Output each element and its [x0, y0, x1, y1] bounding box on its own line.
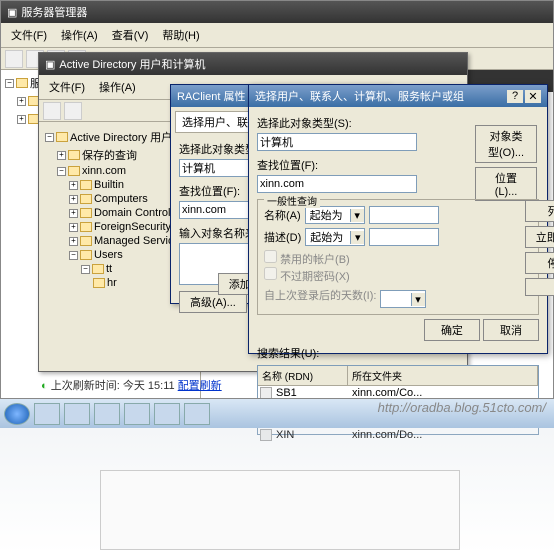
expander-icon[interactable]: −	[45, 133, 54, 142]
chevron-down-icon[interactable]: ▾	[411, 293, 425, 306]
columns-button[interactable]: 列(C)...	[525, 200, 554, 222]
search-button[interactable]: 立即查找(N)	[525, 226, 554, 248]
select-dialog: 选择用户、联系人、计算机、服务帐户或组 ? ✕ 选择此对象类型(S): 对象类型…	[248, 84, 548, 354]
props-title: RAClient 属性	[177, 88, 245, 104]
close-icon[interactable]: ✕	[525, 90, 541, 103]
menu-action[interactable]: 操作(A)	[55, 25, 104, 45]
desc-filter-label: 描述(D)	[264, 229, 301, 245]
status-link[interactable]: 配置刷新	[178, 380, 222, 392]
watermark: http://oradba.blog.51cto.com/	[378, 400, 546, 415]
select-body: 选择此对象类型(S): 对象类型(O)... 查找位置(F): 位置(L)...…	[249, 107, 547, 355]
folder-icon	[68, 150, 80, 160]
main-title: 服务器管理器	[21, 4, 87, 20]
main-menubar: 文件(F) 操作(A) 查看(V) 帮助(H)	[1, 23, 553, 48]
task-item[interactable]	[154, 403, 180, 425]
name-filter-label: 名称(A)	[264, 207, 301, 223]
folder-icon	[80, 236, 92, 246]
list-header[interactable]: 名称 (RDN) 所在文件夹	[258, 366, 538, 386]
task-item[interactable]	[94, 403, 120, 425]
select-titlebar[interactable]: 选择用户、联系人、计算机、服务帐户或组 ? ✕	[249, 85, 547, 107]
expander-icon[interactable]: +	[69, 237, 78, 246]
folder-icon	[68, 166, 80, 176]
stop-button[interactable]: 停止(T)	[525, 252, 554, 274]
disabled-label: 禁用的帐户(B)	[280, 254, 350, 266]
start-button[interactable]	[4, 403, 30, 425]
help-icon[interactable]: ?	[507, 90, 523, 103]
expander-icon[interactable]: −	[81, 265, 90, 274]
desc-filter-input[interactable]	[369, 228, 439, 246]
folder-icon	[93, 278, 105, 288]
tool-up-icon[interactable]	[64, 102, 82, 120]
folder-icon	[56, 132, 68, 142]
expander-icon[interactable]: +	[69, 223, 78, 232]
pwd-label: 不过期密码(X)	[280, 271, 350, 283]
general-query-group: 一般性查询 名称(A) 起始为▾ 描述(D) 起始为▾ 禁用的帐户(B) 不过期…	[257, 199, 539, 315]
menu-view[interactable]: 查看(V)	[106, 25, 155, 45]
days-combo[interactable]: ▾	[380, 290, 426, 308]
chevron-down-icon[interactable]: ▾	[350, 231, 364, 244]
main-titlebar[interactable]: ▣ 服务器管理器	[1, 1, 553, 23]
location-button[interactable]: 位置(L)...	[475, 167, 537, 201]
name-op-combo[interactable]: 起始为▾	[305, 206, 365, 224]
expander-icon[interactable]: −	[5, 79, 14, 88]
ad-child[interactable]: Builtin	[94, 179, 124, 191]
menu-help[interactable]: 帮助(H)	[156, 25, 205, 45]
chevron-down-icon[interactable]: ▾	[350, 209, 364, 222]
tool-back-icon[interactable]	[5, 50, 23, 68]
ad-extra[interactable]: tt	[106, 263, 112, 275]
expander-icon[interactable]: +	[69, 195, 78, 204]
refresh-icon: ◐	[41, 380, 48, 392]
extra-button[interactable]: ≡	[525, 278, 554, 296]
col-name[interactable]: 名称 (RDN)	[258, 366, 348, 385]
status-label: 上次刷新时间:	[51, 380, 120, 392]
ad-domain[interactable]: xinn.com	[82, 165, 126, 177]
select-title: 选择用户、联系人、计算机、服务帐户或组	[255, 88, 464, 104]
tool-back-icon[interactable]	[43, 102, 61, 120]
folder-icon	[80, 194, 92, 204]
disabled-checkbox[interactable]	[264, 250, 277, 263]
task-item[interactable]	[184, 403, 210, 425]
ad-icon: ▣	[45, 58, 55, 71]
cancel-button[interactable]: 取消	[483, 319, 539, 341]
app-icon: ▣	[7, 6, 17, 19]
expander-icon[interactable]: +	[69, 209, 78, 218]
menu-file[interactable]: 文件(F)	[5, 25, 53, 45]
sel-obj-type-field[interactable]	[257, 133, 417, 151]
folder-icon	[80, 180, 92, 190]
ad-child[interactable]: Computers	[94, 193, 148, 205]
expander-icon[interactable]: +	[17, 115, 26, 124]
results-label: 搜索结果(U):	[257, 345, 539, 361]
reflection-panel	[100, 470, 460, 550]
desc-op-combo[interactable]: 起始为▾	[305, 228, 365, 246]
folder-icon	[80, 222, 92, 232]
ok-button[interactable]: 确定	[424, 319, 480, 341]
ad-titlebar[interactable]: ▣ Active Directory 用户和计算机	[39, 53, 467, 75]
expander-icon[interactable]: +	[17, 97, 26, 106]
name-filter-input[interactable]	[369, 206, 439, 224]
ad-menu-action[interactable]: 操作(A)	[93, 77, 142, 97]
status-time: 今天 15:11	[123, 380, 175, 392]
ad-menu-file[interactable]: 文件(F)	[43, 77, 91, 97]
col-folder[interactable]: 所在文件夹	[348, 366, 538, 385]
expander-icon[interactable]: +	[57, 151, 66, 160]
folder-icon	[92, 264, 104, 274]
group-legend: 一般性查询	[264, 193, 320, 208]
expander-icon[interactable]: +	[69, 181, 78, 190]
last-login-label: 自上次登录后的天数(I):	[264, 290, 376, 302]
task-item[interactable]	[34, 403, 60, 425]
expander-icon[interactable]: −	[69, 251, 78, 260]
folder-icon	[80, 250, 92, 260]
ad-child[interactable]: Users	[94, 249, 123, 261]
folder-icon	[80, 208, 92, 218]
pwd-checkbox[interactable]	[264, 267, 277, 280]
ad-title: Active Directory 用户和计算机	[59, 56, 205, 72]
ad-extra[interactable]: hr	[107, 277, 117, 289]
expander-icon[interactable]: −	[57, 167, 66, 176]
server-icon	[16, 78, 28, 88]
ad-saved[interactable]: 保存的查询	[82, 147, 137, 163]
task-item[interactable]	[64, 403, 90, 425]
sel-location-field[interactable]	[257, 175, 417, 193]
task-item[interactable]	[124, 403, 150, 425]
